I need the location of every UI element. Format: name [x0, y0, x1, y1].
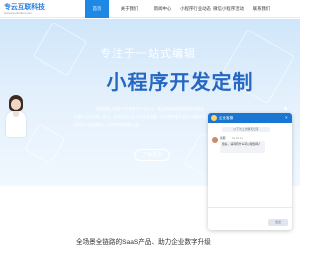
- nav-item-activity[interactable]: 微信小程序活动: [212, 0, 245, 18]
- agent-message: 您好，请问有什么可以帮您吗？: [220, 141, 265, 153]
- close-icon[interactable]: ×: [285, 113, 288, 123]
- system-message: 以下为上次聊天记录: [222, 127, 270, 132]
- main-menu: 首页 关于我们 新闻中心 小程序行业动态 微信小程序活动 联系我们: [85, 0, 278, 18]
- agent-avatar: [212, 137, 218, 143]
- hero-subtitle: 专注于一站式编辑: [100, 48, 196, 60]
- chat-logo-icon: [211, 115, 217, 121]
- nav-item-industry[interactable]: 小程序行业动态: [179, 0, 212, 18]
- brand-domain: www.kyunhulian.com: [4, 11, 33, 15]
- send-button[interactable]: 发送: [268, 219, 288, 226]
- agent-name: 客服: [220, 136, 226, 140]
- slider-dot[interactable]: [284, 107, 287, 110]
- agent-portrait: [4, 95, 28, 137]
- nav-item-about[interactable]: 关于我们: [113, 0, 146, 18]
- hero-title: 小程序开发定制: [106, 72, 254, 94]
- message-time: 10:41:21: [232, 136, 243, 140]
- nav-item-contact[interactable]: 联系我们: [245, 0, 278, 18]
- brand-logo[interactable]: 专云互联科技 www.kyunhulian.com: [4, 2, 46, 16]
- chat-widget: 企业客服 × 以下为上次聊天记录 客服 10:41:21 您好，请问有什么可以帮…: [208, 113, 292, 230]
- decor-hexagon: [24, 123, 66, 165]
- nav-item-news[interactable]: 新闻中心: [146, 0, 179, 18]
- hero-desc-line: 我们深知小程序开发在移动产品时代，是互联网营销发展的必然趋势，: [96, 107, 208, 111]
- nav-item-home[interactable]: 首页: [85, 0, 109, 18]
- chat-title: 企业客服: [219, 116, 234, 120]
- top-nav: 专云互联科技 www.kyunhulian.com 首页 关于我们 新闻中心 小…: [0, 0, 300, 18]
- chat-header: 企业客服 ×: [208, 113, 292, 123]
- section-heading: 全场景全链路的SaaS产品、助力企业数字升级: [76, 239, 211, 246]
- learn-more-button[interactable]: 了解更多: [134, 149, 170, 161]
